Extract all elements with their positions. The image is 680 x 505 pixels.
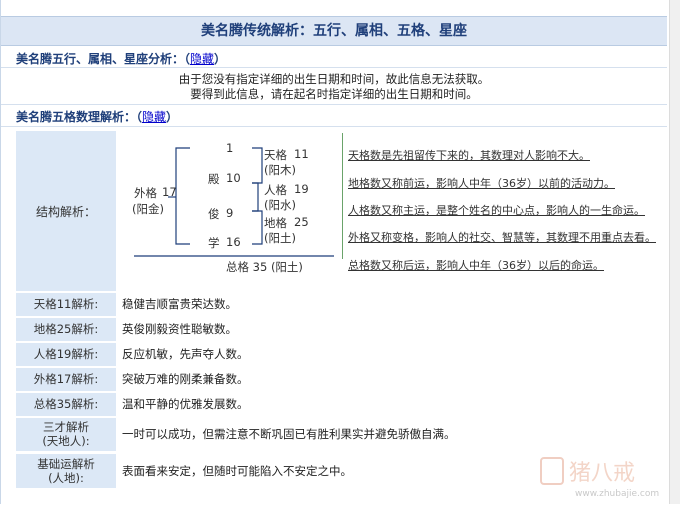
svg-text:www.zhubajie.com: www.zhubajie.com <box>575 489 659 499</box>
explanation-waige: 外格又称变格，影响人的社交、智慧等，其数理不用重点去看。 <box>348 231 656 244</box>
divider <box>1 104 667 105</box>
dige-num: 25 <box>294 215 309 229</box>
row-label: 天格11解析: <box>16 293 116 316</box>
divider <box>1 67 667 68</box>
divider <box>1 126 667 127</box>
renge-wuxing: (阳水) <box>264 198 296 212</box>
surname-slot-num: 1 <box>226 141 234 155</box>
row-value: 突破万难的刚柔兼备数。 <box>118 368 668 391</box>
row-label: 人格19解析: <box>16 343 116 366</box>
row-label: 基础运解析 (人地): <box>16 454 116 488</box>
section-wuge-label: 美名腾五格数理解析：（ <box>16 110 143 124</box>
section-wuxing-header: 美名腾五行、属相、星座分析：（隐藏） <box>16 52 227 66</box>
explanation-zongge: 总格数又称后运，影响人中年（36岁）以后的命运。 <box>348 259 604 272</box>
section-wuxing-label: 美名腾五行、属相、星座分析：（ <box>16 52 191 66</box>
tiange-num: 11 <box>294 147 309 161</box>
table-row: 天格11解析: 稳健吉顺富贵荣达数。 <box>16 293 668 316</box>
dige-name: 地格 <box>264 216 287 230</box>
explanation-tiange: 天格数是先祖留传下来的，其数理对人影响不大。 <box>348 149 590 162</box>
table-row: 外格17解析: 突破万难的刚柔兼备数。 <box>16 368 668 391</box>
explanation-renge: 人格数又称主运，是整个姓名的中心点，影响人的一生命运。 <box>348 204 645 217</box>
table-row: 地格25解析: 英俊刚毅资性聪敏数。 <box>16 318 668 341</box>
zongge-summary: 总格 35 (阳土) <box>226 260 303 274</box>
structure-label: 结构解析： <box>35 205 96 219</box>
waige-num: 17 <box>162 185 177 199</box>
row-label: 三才解析 (天地人): <box>16 418 116 451</box>
section-wuge-header: 美名腾五格数理解析：（隐藏） <box>16 110 179 124</box>
renge-name: 人格 <box>264 183 287 197</box>
tiange-wuxing: (阳木) <box>264 163 296 177</box>
name-char-1-num: 10 <box>226 171 241 185</box>
hide-wuxing-link[interactable]: 隐藏 <box>190 52 214 66</box>
vertical-scrollbar[interactable] <box>669 0 680 504</box>
row-value: 英俊刚毅资性聪敏数。 <box>118 318 668 341</box>
structure-block: 结构解析： 1 殿 10 俊 9 学 16 外格 17 (阳金) 天格 11 (… <box>16 131 668 291</box>
table-row: 总格35解析: 温和平静的优雅发展数。 <box>16 393 668 416</box>
row-value: 反应机敏，先声夺人数。 <box>118 343 668 366</box>
explanation-dige: 地格数又称前运，影响人中年（36岁）以前的活动力。 <box>348 177 615 190</box>
row-value: 一时可以成功，但需注意不断巩固已有胜利果实并避免骄傲自满。 <box>118 418 668 451</box>
name-char-2: 俊 <box>208 207 220 221</box>
name-char-2-num: 9 <box>226 206 234 220</box>
watermark-logo-icon: 猪八戒 www.zhubajie.com <box>540 457 659 499</box>
no-birthdate-hint: 要得到此信息，请在起名时指定详细的出生日期和时间。 <box>190 87 478 101</box>
tiange-name: 天格 <box>264 148 287 162</box>
row-label: 总格35解析: <box>16 393 116 416</box>
wuge-explanations: 天格数是先祖留传下来的，其数理对人影响不大。 地格数又称前运，影响人中年（36岁… <box>340 131 668 291</box>
zhubajie-watermark: 猪八戒 www.zhubajie.com <box>535 452 665 502</box>
row-value: 温和平静的优雅发展数。 <box>118 393 668 416</box>
svg-text:猪八戒: 猪八戒 <box>569 461 635 486</box>
name-char-3-num: 16 <box>226 235 241 249</box>
name-char-3: 学 <box>208 236 220 250</box>
waige-name: 外格 <box>134 186 157 200</box>
row-label: 外格17解析: <box>16 368 116 391</box>
row-value: 稳健吉顺富贵荣达数。 <box>118 293 668 316</box>
structure-label-cell: 结构解析： <box>16 131 117 291</box>
renge-num: 19 <box>294 182 309 196</box>
dige-wuxing: (阳土) <box>264 231 296 245</box>
hide-wuge-link[interactable]: 隐藏 <box>142 110 166 124</box>
page-title: 美名腾传统解析：五行、属相、五格、星座 <box>1 16 667 46</box>
wuge-diagram: 1 殿 10 俊 9 学 16 外格 17 (阳金) 天格 11 (阳木) 人格… <box>118 131 340 291</box>
no-birthdate-message: 由于您没有指定详细的出生日期和时间，故此信息无法获取。 <box>178 72 490 86</box>
table-row: 人格19解析: 反应机敏，先声夺人数。 <box>16 343 668 366</box>
waige-wuxing: (阳金) <box>132 202 164 216</box>
table-row: 三才解析 (天地人): 一时可以成功，但需注意不断巩固已有胜利果实并避免骄傲自满… <box>16 418 668 451</box>
name-char-1: 殿 <box>208 172 220 186</box>
explanation-divider <box>342 133 343 259</box>
row-label: 地格25解析: <box>16 318 116 341</box>
